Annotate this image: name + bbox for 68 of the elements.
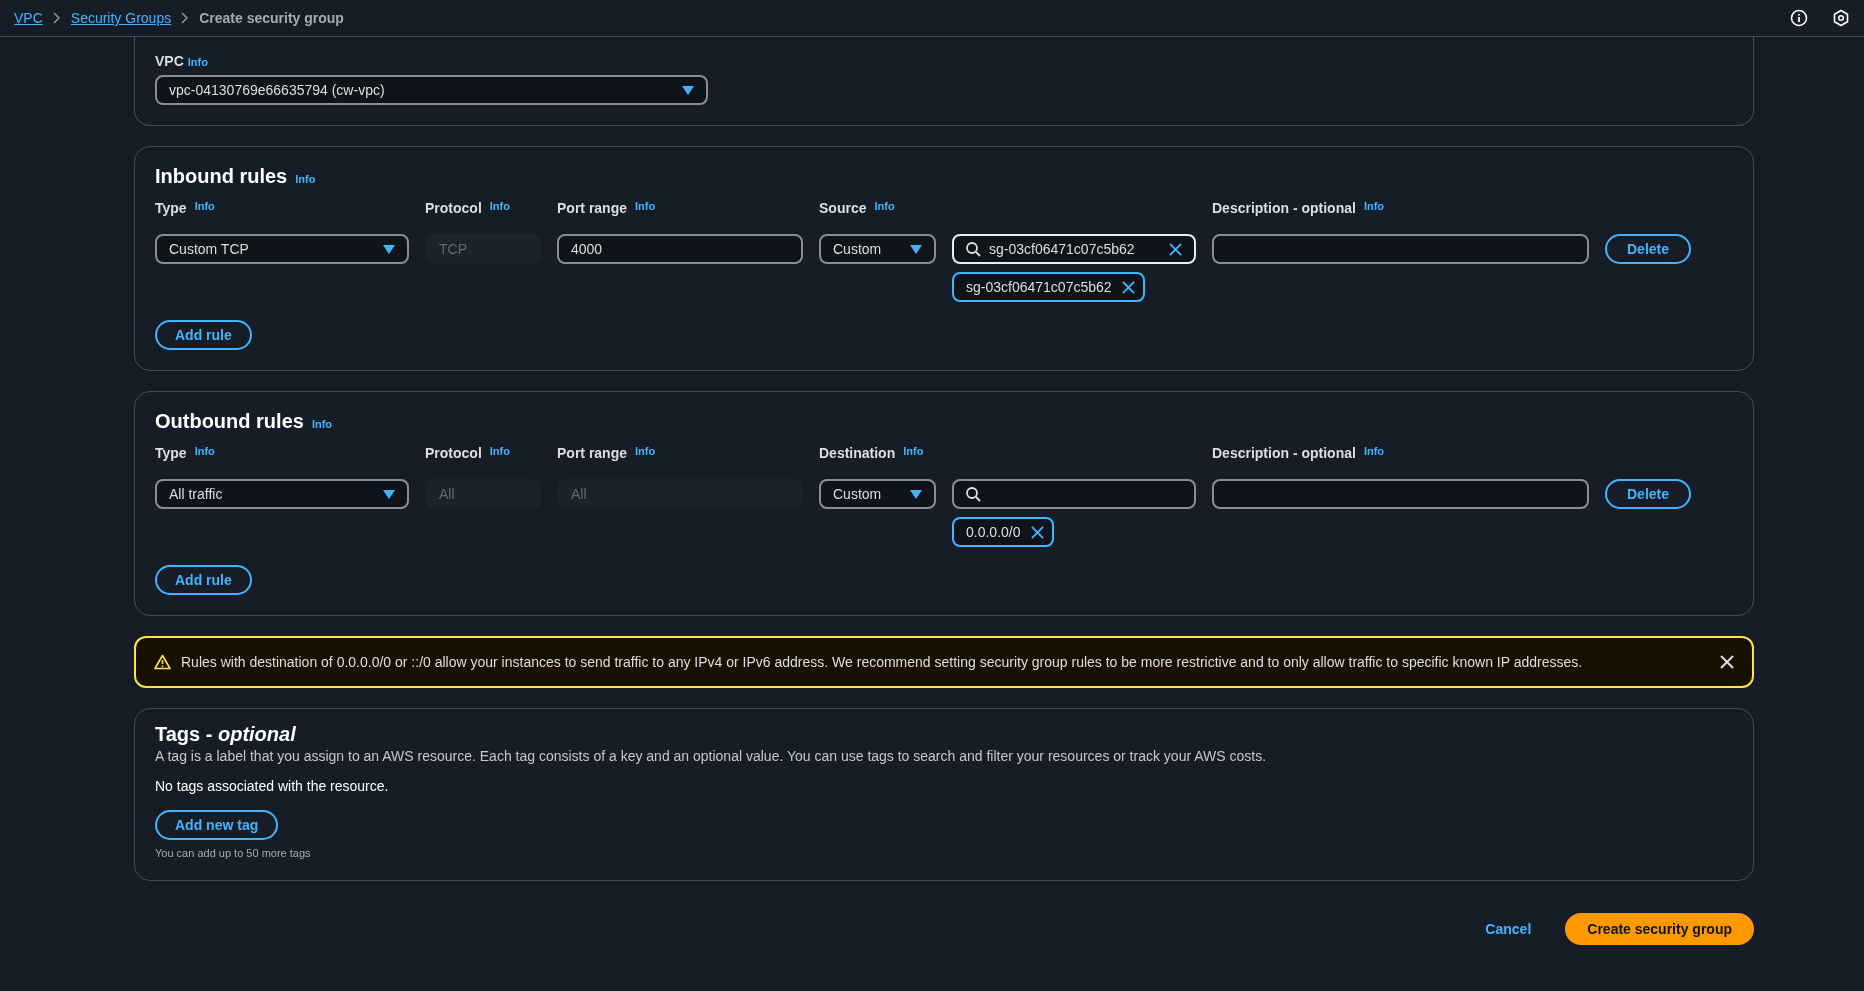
port-range-field[interactable]: 4000 [557, 234, 803, 264]
type-select[interactable]: All traffic [155, 479, 409, 509]
column-label: Protocol [425, 445, 482, 461]
info-link[interactable]: Info [635, 445, 656, 457]
tags-description: A tag is a label that you assign to an AWS resource. Each tag consists of a key and an optional value. You can use tags to search and filter your resources or track your AWS costs. [155, 748, 1267, 764]
add-rule-button[interactable]: Add rule [155, 320, 252, 350]
info-link[interactable]: Info [194, 200, 215, 212]
info-icon[interactable] [1790, 9, 1808, 27]
info-link[interactable]: Info [311, 418, 333, 430]
close-icon[interactable] [1169, 242, 1182, 256]
info-link[interactable]: Info [489, 445, 510, 457]
info-link[interactable]: Info [874, 200, 895, 212]
add-rule-button[interactable]: Add rule [155, 565, 252, 595]
warning-text: Rules with destination of 0.0.0.0/0 or ::/0 allow your instances to send traffic to any IPv4 or IPv6 address. We recommend setting security group rules to be more restrictive and to only allow traffic to specific known IP addresses. [181, 654, 1584, 670]
description-field[interactable] [1212, 234, 1589, 264]
caret-down-icon [910, 244, 922, 254]
info-link[interactable]: Info [1363, 200, 1385, 212]
chevron-right-icon [181, 12, 190, 24]
column-label: Source [819, 200, 867, 216]
info-link[interactable]: Info [903, 445, 924, 457]
info-link[interactable]: Info [194, 445, 215, 457]
section-title: Inbound rules [155, 165, 288, 188]
column-label: Description - optional [1212, 445, 1356, 461]
add-tag-button[interactable]: Add new tag [155, 810, 279, 840]
warning-icon [154, 654, 171, 670]
section-title: Tags - optional [155, 723, 296, 746]
column-label: Type [155, 200, 187, 216]
column-label: Port range [557, 445, 627, 461]
search-icon [966, 486, 981, 502]
chevron-right-icon [52, 12, 61, 24]
column-label: Destination [819, 445, 896, 461]
caret-down-icon [910, 489, 922, 499]
token-chip: 0.0.0.0/0 [952, 517, 1054, 547]
vpc-select[interactable]: vpc-04130769e66635794 (cw-vpc) [155, 75, 708, 105]
breadcrumb-link[interactable]: Security Groups [70, 10, 172, 26]
field-label: VPC [155, 53, 184, 69]
search-field[interactable] [952, 479, 1196, 509]
target-select[interactable]: Custom [819, 234, 936, 264]
column-label: Type [155, 445, 187, 461]
column-label: Description - optional [1212, 200, 1356, 216]
cancel-button[interactable]: Cancel [1479, 920, 1538, 938]
target-select[interactable]: Custom [819, 479, 936, 509]
caret-down-icon [383, 244, 395, 254]
column-label: Protocol [425, 200, 482, 216]
info-link[interactable]: Info [635, 200, 656, 212]
info-link[interactable]: Info [187, 56, 208, 68]
delete-button[interactable]: Delete [1605, 479, 1691, 509]
current-page-title: Create security group [199, 10, 344, 26]
search-field[interactable]: sg-03cf06471c07c5b62 [952, 234, 1196, 264]
hexagon-icon[interactable] [1832, 9, 1850, 27]
close-icon[interactable] [1121, 280, 1135, 294]
type-select[interactable]: Custom TCP [155, 234, 409, 264]
description-field[interactable] [1212, 479, 1589, 509]
caret-down-icon [682, 85, 694, 95]
empty-message: No tags associated with the resource. [155, 778, 389, 794]
info-link[interactable]: Info [489, 200, 510, 212]
info-link[interactable]: Info [295, 173, 316, 185]
info-link[interactable]: Info [1363, 445, 1385, 457]
search-icon [966, 241, 981, 257]
hint-text: You can add up to 50 more tags [155, 847, 311, 859]
caret-down-icon [383, 489, 395, 499]
create-button[interactable]: Create security group [1565, 913, 1754, 945]
token-chip: sg-03cf06471c07c5b62 [952, 272, 1145, 302]
close-icon[interactable] [1030, 525, 1044, 539]
column-label: Port range [557, 200, 627, 216]
delete-button[interactable]: Delete [1605, 234, 1691, 264]
section-title: Outbound rules [155, 410, 304, 433]
breadcrumb-link[interactable]: VPC [14, 10, 43, 26]
